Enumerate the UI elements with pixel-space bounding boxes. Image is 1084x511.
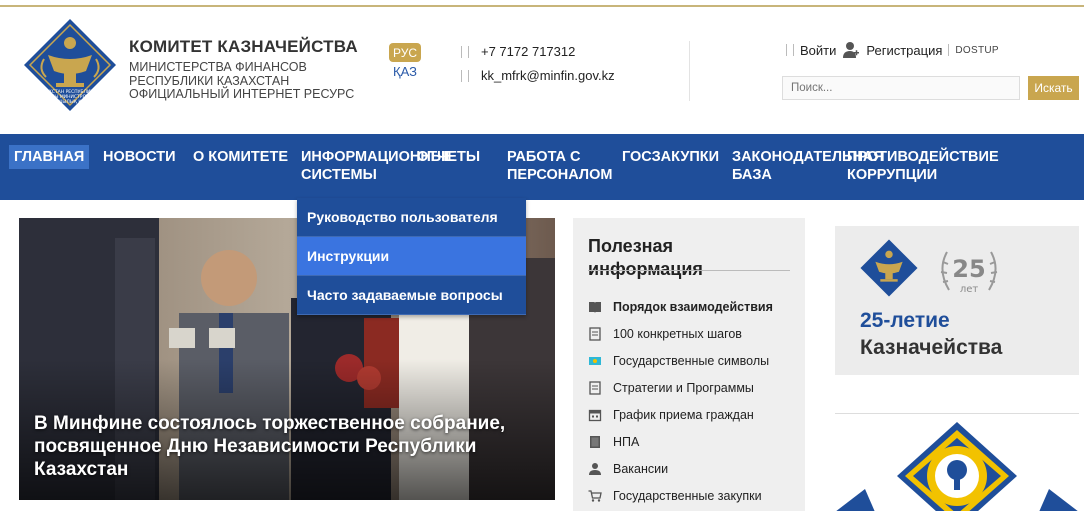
information-systems-dropdown: Руководство пользователя Инструкции Част… xyxy=(297,198,526,315)
info-link-procurement[interactable]: Государственные закупки xyxy=(588,482,798,509)
banner-title-line2: Казначейства xyxy=(860,336,1003,359)
svg-text:лет: лет xyxy=(960,284,979,295)
academy-emblem-icon xyxy=(836,422,1078,511)
treasury-emblem-logo xyxy=(860,239,918,297)
nav-item-procurement[interactable]: ГОСЗАКУПКИ xyxy=(622,148,719,166)
book-icon xyxy=(590,435,600,448)
info-link-vacancies[interactable]: Вакансии xyxy=(588,455,798,482)
dropdown-item-user-guide[interactable]: Руководство пользователя xyxy=(297,198,526,237)
org-title: КОМИТЕТ КАЗНАЧЕЙСТВА xyxy=(129,37,358,56)
info-link-interaction[interactable]: Порядок взаимодействия xyxy=(588,293,798,320)
svg-text:25: 25 xyxy=(952,255,985,283)
info-link-state-symbols[interactable]: Государственные символы xyxy=(588,347,798,374)
language-ru-button[interactable]: РУС xyxy=(389,43,421,62)
info-link-100-steps[interactable]: 100 конкретных шагов xyxy=(588,320,798,347)
info-link-strategies[interactable]: Стратегии и Программы xyxy=(588,374,798,401)
user-add-icon xyxy=(843,42,860,58)
document-icon xyxy=(589,380,601,395)
divider xyxy=(793,44,794,56)
useful-info-panel: Полезная информация Порядок взаимодейств… xyxy=(573,218,805,511)
phone-number: +7 7172 717312 xyxy=(461,43,615,67)
language-kz-link[interactable]: ҚАЗ xyxy=(393,64,417,79)
info-link-reception-schedule[interactable]: График приема граждан xyxy=(588,401,798,428)
title-underline xyxy=(588,270,790,271)
info-link-npa[interactable]: НПА xyxy=(588,428,798,455)
dropdown-item-instructions[interactable]: Инструкции xyxy=(297,237,526,276)
nav-item-news[interactable]: НОВОСТИ xyxy=(103,148,176,166)
main-navigation: ГЛАВНАЯ НОВОСТИ О КОМИТЕТЕ ИНФОРМАЦИОННЫ… xyxy=(0,134,1084,200)
search-input[interactable] xyxy=(782,76,1020,100)
calendar-icon xyxy=(588,409,602,421)
banner-title-line1: 25-летие xyxy=(860,309,950,332)
anniversary-wreath-icon: 25 лет xyxy=(940,251,998,295)
nav-item-home[interactable]: ГЛАВНАЯ xyxy=(9,145,90,169)
login-link[interactable]: Войти xyxy=(800,43,836,58)
search-button[interactable]: Искать xyxy=(1028,76,1079,100)
email-address[interactable]: kk_mfrk@minfin.gov.kz xyxy=(461,67,615,91)
treasury-emblem-logo[interactable]: ҚАЗАҚСТАН РЕСПУБЛИКАСЫ ҚАРЖЫ МИНИСТРЛІГІ… xyxy=(20,15,120,115)
svg-text:ҚАЗЫНАШЫЛЫҚ КОМИТЕТІ: ҚАЗЫНАШЫЛЫҚ КОМИТЕТІ xyxy=(38,99,102,105)
nav-item-anticorruption[interactable]: ПРОТИВОДЕЙСТВИЕ КОРРУПЦИИ xyxy=(847,148,999,184)
divider xyxy=(786,44,787,56)
org-subtitle: МИНИСТЕРСТВА ФИНАНСОВ РЕСПУБЛИКИ КАЗАХСТ… xyxy=(129,60,355,101)
organization-name: КОМИТЕТ КАЗНАЧЕЙСТВА МИНИСТЕРСТВА ФИНАНС… xyxy=(129,37,379,102)
header-divider xyxy=(689,41,690,101)
useful-info-list: Порядок взаимодействия 100 конкретных ша… xyxy=(588,293,798,509)
nav-item-personnel[interactable]: РАБОТА С ПЕРСОНАЛОМ xyxy=(507,148,612,184)
nav-item-about[interactable]: О КОМИТЕТЕ xyxy=(193,148,288,166)
contacts: +7 7172 717312 kk_mfrk@minfin.gov.kz xyxy=(461,43,615,91)
cart-icon xyxy=(588,489,602,502)
dostup-link[interactable]: DOSTUP xyxy=(955,45,998,56)
book-icon xyxy=(589,301,601,313)
useful-info-title: Полезная информация xyxy=(588,236,703,279)
treasury-25-years-banner[interactable]: 25 лет 25-летие Казначейства xyxy=(835,226,1079,375)
divider xyxy=(948,44,950,56)
register-link[interactable]: Регистрация xyxy=(866,43,942,58)
dropdown-item-faq[interactable]: Часто задаваемые вопросы xyxy=(297,276,526,315)
document-icon xyxy=(589,326,601,341)
auth-links: Войти Регистрация DOSTUP xyxy=(786,41,999,59)
flag-icon xyxy=(589,356,601,365)
header: ҚАЗАҚСТАН РЕСПУБЛИКАСЫ ҚАРЖЫ МИНИСТРЛІГІ… xyxy=(0,7,1084,134)
finance-academy-banner[interactable] xyxy=(835,413,1079,511)
hero-caption[interactable]: В Минфине состоялось торжественное собра… xyxy=(34,412,534,481)
nav-item-reports[interactable]: ОТЧЕТЫ xyxy=(417,148,480,166)
person-icon xyxy=(589,462,601,475)
